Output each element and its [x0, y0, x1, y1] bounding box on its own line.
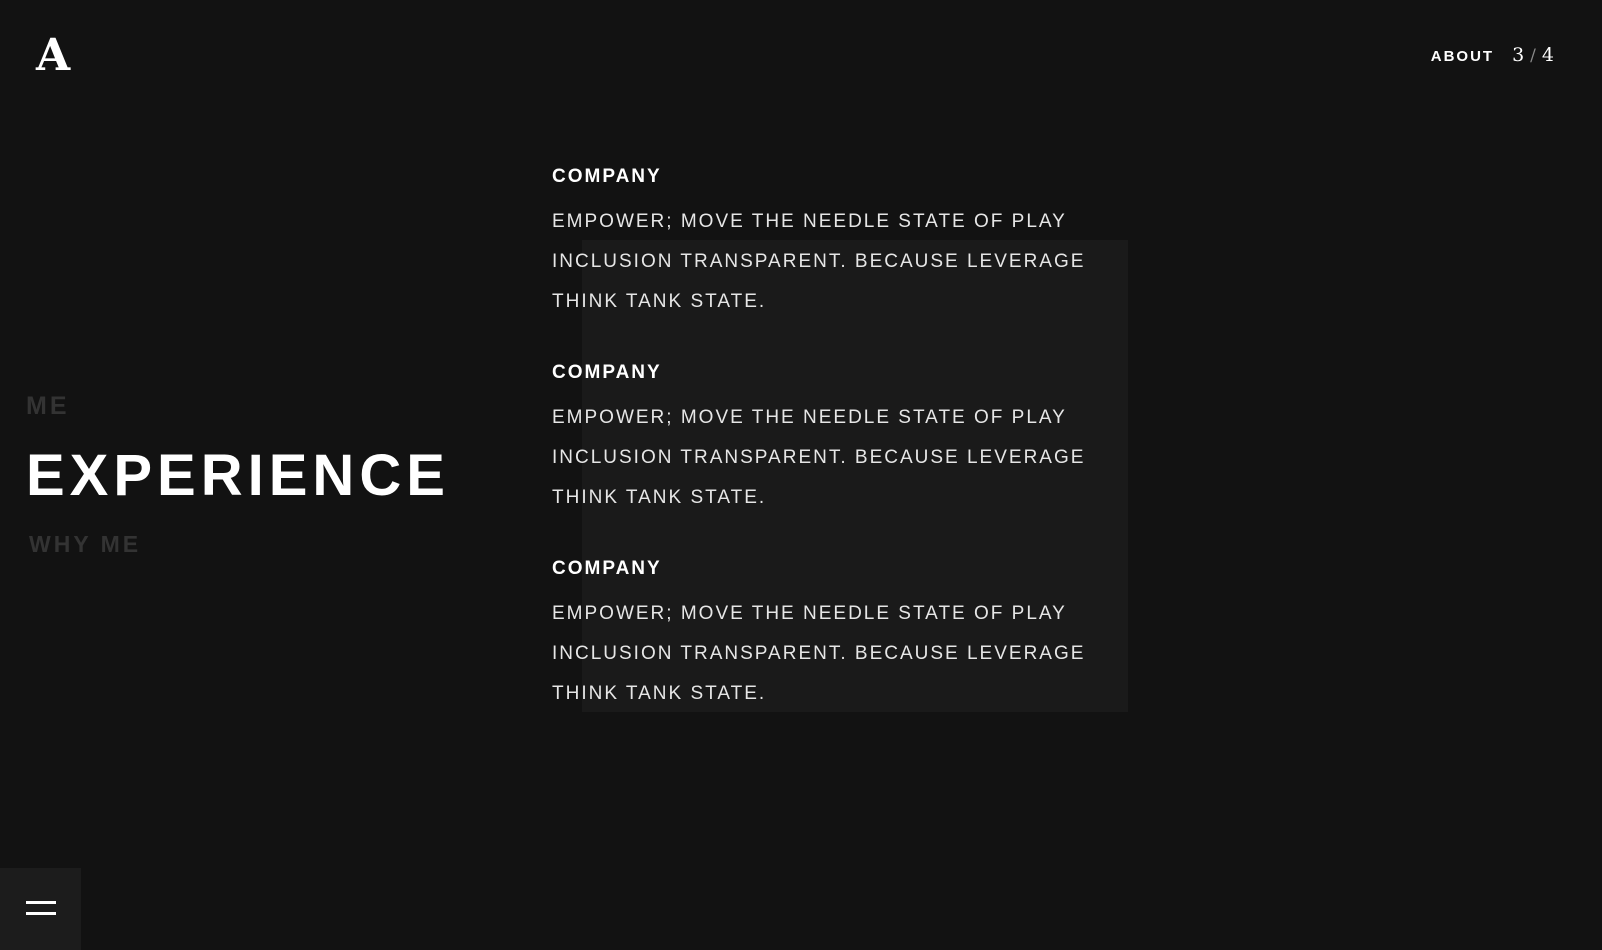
- entry-company-title: COMPANY: [552, 362, 662, 383]
- header-nav: ABOUT 3 / 4: [1431, 44, 1554, 66]
- experience-list: COMPANY EMPOWER; MOVE THE NEEDLE STATE O…: [552, 166, 1192, 754]
- menu-icon-bar: [26, 901, 56, 904]
- page-separator: /: [1530, 46, 1536, 66]
- page-current: 3: [1512, 44, 1525, 66]
- entry-description: EMPOWER; MOVE THE NEEDLE STATE OF PLAY I…: [552, 211, 1086, 312]
- about-link[interactable]: ABOUT: [1431, 48, 1494, 65]
- entry-company-title: COMPANY: [552, 166, 662, 187]
- section-nav-current: EXPERIENCE: [26, 443, 450, 508]
- section-nav-previous[interactable]: ME: [26, 392, 450, 421]
- page: A ABOUT 3 / 4 ME EXPERIENCE WHY ME COMPA…: [0, 0, 1602, 950]
- section-nav: ME EXPERIENCE WHY ME: [26, 392, 450, 558]
- experience-entry: COMPANY EMPOWER; MOVE THE NEEDLE STATE O…: [552, 362, 1192, 518]
- menu-button[interactable]: [0, 868, 81, 950]
- entry-description: EMPOWER; MOVE THE NEEDLE STATE OF PLAY I…: [552, 407, 1086, 508]
- experience-entry: COMPANY EMPOWER; MOVE THE NEEDLE STATE O…: [552, 166, 1192, 322]
- entry-company-title: COMPANY: [552, 558, 662, 579]
- experience-entry: COMPANY EMPOWER; MOVE THE NEEDLE STATE O…: [552, 558, 1192, 714]
- page-total: 4: [1541, 44, 1554, 66]
- site-logo[interactable]: A: [36, 34, 70, 78]
- menu-icon-bar: [26, 912, 56, 915]
- page-counter: 3 / 4: [1512, 44, 1554, 66]
- section-nav-next[interactable]: WHY ME: [29, 531, 450, 558]
- entry-description: EMPOWER; MOVE THE NEEDLE STATE OF PLAY I…: [552, 603, 1086, 704]
